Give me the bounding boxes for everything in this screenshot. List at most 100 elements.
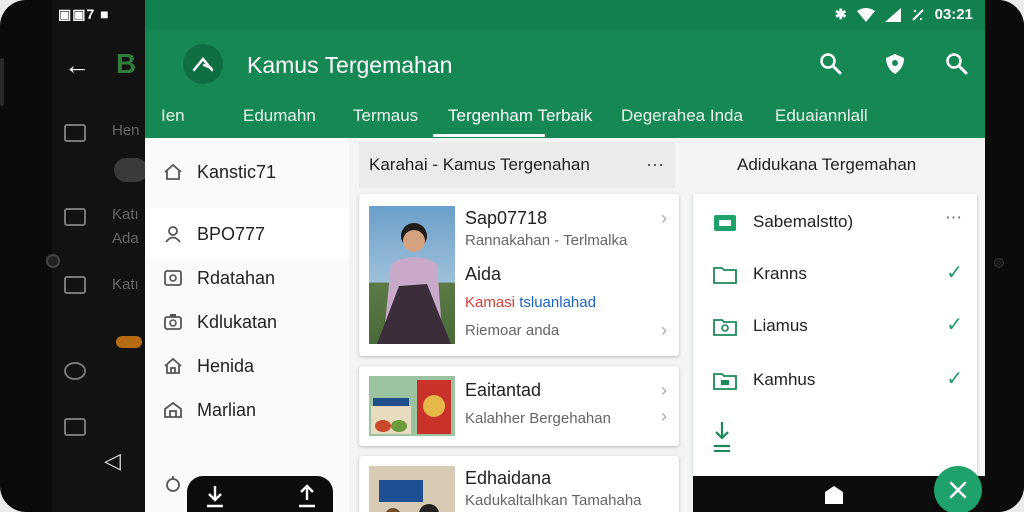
check-icon[interactable]: ✓	[946, 260, 963, 285]
tab-tergenham-terbaik[interactable]: Tergenham Terbaik	[448, 106, 592, 126]
card-subtitle: Kalahher Bergehahan	[465, 410, 611, 427]
tab-ien[interactable]: Ien	[161, 106, 185, 126]
chevron-right-icon[interactable]: ›	[661, 320, 667, 341]
check-icon[interactable]: ✓	[946, 312, 963, 337]
card-line: Aida	[465, 264, 502, 284]
tab-termaus[interactable]: Termaus	[353, 106, 418, 126]
bg-item-label: Katı	[112, 206, 139, 223]
result-card[interactable]: Eaitantad Kalahher Bergehahan › ›	[359, 366, 679, 446]
tab-eduaiannlall[interactable]: Eduaiannlall	[775, 106, 868, 126]
folder-icon	[713, 267, 737, 284]
folder-icon	[713, 373, 737, 390]
close-fab-button[interactable]	[934, 466, 982, 512]
middle-header: Karahai - Kamus Tergenahan ⋯	[359, 142, 675, 188]
drawer-item-label: Kdlukatan	[197, 311, 278, 332]
active-tab-indicator	[433, 134, 545, 137]
app-toolbar: Kamus Tergemahan Ien Edumahn Termaus Ter…	[145, 30, 985, 138]
bg-item-label: Katı	[112, 276, 139, 293]
nav-back-icon[interactable]: ◁	[104, 448, 121, 474]
bg-leaf-icon	[64, 362, 86, 380]
card-subtitle: Kadukaltalhkan Tamahaha	[465, 492, 642, 509]
status-time: 03:21	[934, 6, 973, 23]
folder-item-liamus[interactable]: Liamus ✓	[693, 306, 977, 346]
folder-item-sabemalstto[interactable]: Sabemalstto) ⋯	[693, 202, 977, 242]
drawer-item-kdlukatan[interactable]: Kdlukatan	[145, 298, 349, 346]
home-icon	[164, 163, 182, 180]
timer-icon	[166, 476, 180, 492]
main-app-window: ✱ 03:21 Kamus Tergemahan Ien Edumahn Ter…	[145, 0, 985, 512]
more-icon[interactable]: ⋯	[945, 208, 963, 228]
result-card[interactable]: Edhaidana Kadukaltalhkan Tamahaha	[359, 456, 679, 512]
folder-item-label: Kamhus	[753, 370, 816, 389]
navigation-drawer: Kanstic71 BPO777 Rdatahan Kdlukatan Heni…	[145, 138, 349, 512]
more-icon[interactable]: ⋯	[646, 155, 665, 176]
drawer-item-marlian[interactable]: Marlian	[145, 386, 349, 434]
camera-icon	[164, 314, 182, 330]
signal-icon	[884, 7, 901, 22]
folder-item-kamhus[interactable]: Kamhus ✓	[693, 360, 977, 400]
chevron-right-icon[interactable]: ›	[661, 380, 667, 401]
app-logo-icon	[183, 44, 223, 84]
chevron-right-icon[interactable]: ›	[661, 208, 667, 229]
back-arrow-icon[interactable]: ←	[64, 50, 90, 81]
bg-grid-icon	[64, 418, 86, 436]
bg-badge	[116, 336, 142, 348]
drawer-item-label: Rdatahan	[197, 267, 276, 288]
drawer-item-henida[interactable]: Henida	[145, 342, 349, 390]
bg-lock-icon	[64, 208, 86, 226]
image-icon	[164, 270, 182, 286]
download-icon[interactable]	[711, 420, 733, 454]
bg-app-logo: B	[116, 48, 137, 79]
house-icon	[164, 357, 182, 374]
home-button-icon[interactable]	[823, 484, 845, 506]
shield-icon[interactable]	[881, 50, 909, 78]
drawer-item-label: Kanstic71	[197, 161, 277, 182]
close-icon	[949, 481, 967, 499]
tab-edumahn[interactable]: Edumahn	[243, 106, 316, 126]
check-icon[interactable]: ✓	[946, 366, 963, 391]
right-bezel	[985, 0, 1024, 512]
folder-list-panel: Sabemalstto) ⋯ Kranns ✓ Liamus ✓ Kamhus …	[693, 194, 977, 476]
folder-item-label: Sabemalstto)	[753, 212, 854, 231]
card-subtitle: Rannakahan - Terlmalka	[465, 232, 628, 249]
poster-thumbnail-image	[369, 466, 455, 512]
highlight-blue-text: tsluanlahad	[519, 294, 596, 311]
bg-tile-icon	[64, 124, 86, 142]
upload-icon[interactable]	[295, 484, 319, 510]
drawer-item-label: BPO777	[197, 223, 266, 244]
card-title: Sap07718	[465, 208, 548, 228]
folder-item-kranns[interactable]: Kranns ✓	[693, 254, 977, 294]
folder-item-label: Kranns	[753, 264, 807, 283]
bg-status-text: ▣▣7 ■	[58, 6, 110, 22]
card-footer: Riemoar anda	[465, 322, 560, 339]
search-icon[interactable]	[817, 50, 845, 78]
tab-degerahea-inda[interactable]: Degerahea Inda	[621, 106, 743, 126]
folder-sync-icon	[713, 319, 737, 336]
bottom-action-bar	[187, 476, 333, 512]
chevron-right-icon[interactable]: ›	[661, 406, 667, 427]
wifi-icon	[856, 7, 875, 22]
drawer-item-rdatahan[interactable]: Rdatahan	[145, 254, 349, 302]
folder-item-label: Liamus	[753, 316, 808, 335]
bg-bubble-icon	[46, 254, 60, 268]
download-icon[interactable]	[203, 484, 227, 510]
bg-window-icon	[64, 276, 86, 294]
drawer-item-label: Marlian	[197, 399, 257, 420]
drawer-item-bpo777[interactable]: BPO777	[145, 208, 349, 260]
drawer-item-kanstic71[interactable]: Kanstic71	[145, 148, 349, 196]
search-alt-icon[interactable]	[943, 50, 971, 78]
bluetooth-icon: ✱	[834, 6, 847, 22]
highlight-red-text: Kamasi	[465, 294, 516, 311]
bg-item-label: Ada	[112, 230, 139, 247]
user-icon	[165, 226, 181, 243]
device-frame: ▣▣7 ■ ← B Hen Katı Ada Katı ◁ ✱ 03:21 Ka…	[0, 0, 1024, 512]
card-title: Edhaidana	[465, 468, 552, 488]
result-card[interactable]: Sap07718 Rannakahan - Terlmalka Aida Kam…	[359, 194, 679, 356]
bg-pill	[114, 158, 148, 182]
right-header-title: Adidukana Tergemahan	[737, 155, 917, 174]
right-header: Adidukana Tergemahan	[693, 142, 985, 188]
child-photo-image	[369, 206, 455, 344]
battery-icon	[911, 8, 924, 21]
card-title: Eaitantad	[465, 380, 542, 400]
bg-item-label: Hen	[112, 122, 140, 139]
